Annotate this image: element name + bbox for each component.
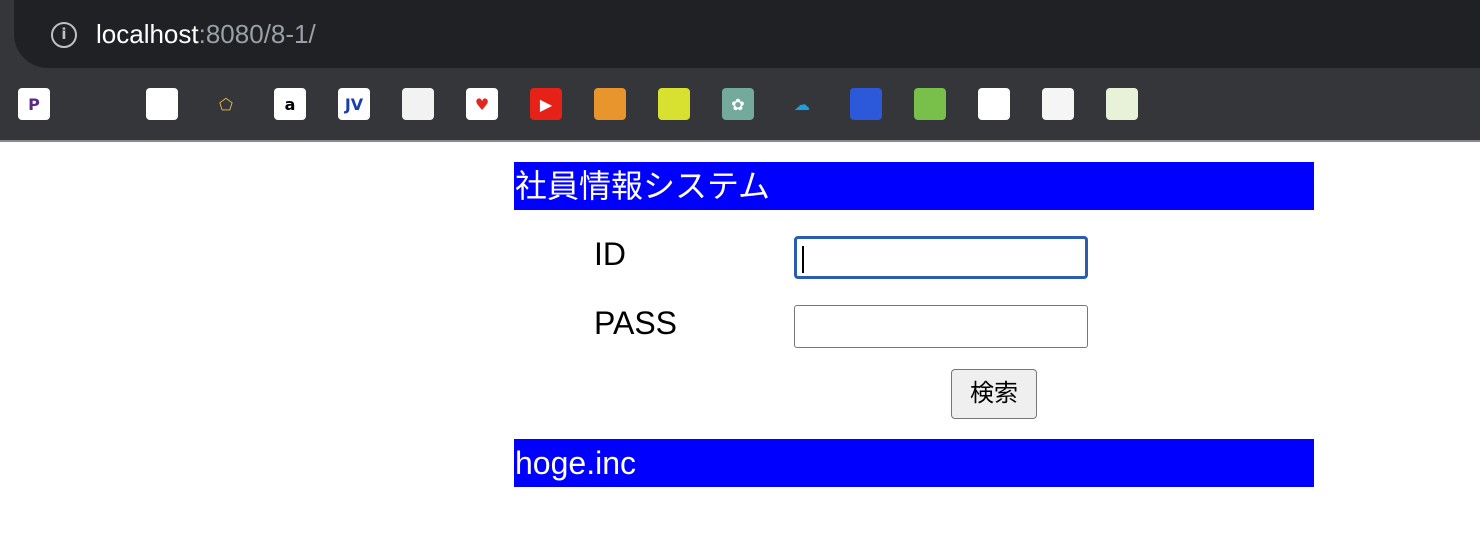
info-icon[interactable]: i — [51, 22, 77, 48]
bookmark-raksul-icon[interactable] — [1042, 88, 1074, 120]
id-label: ID — [594, 236, 626, 272]
text-caret — [802, 246, 804, 273]
package-icon[interactable] — [594, 88, 626, 120]
bookmark-dark-icon[interactable] — [146, 88, 178, 120]
bookmark-white-icon[interactable] — [978, 88, 1010, 120]
bookmark-doc-icon[interactable] — [402, 88, 434, 120]
pentagon-icon[interactable]: ⬠ — [210, 88, 242, 120]
github-icon[interactable] — [82, 88, 114, 120]
id-input[interactable] — [794, 236, 1088, 279]
bookmark-sukkiri-icon[interactable] — [1106, 88, 1138, 120]
footer-banner: hoge.inc — [514, 439, 1314, 487]
youtube-icon[interactable]: ▶ — [530, 88, 562, 120]
browser-chrome: i localhost:8080/8-1/ P ⬠ a JV ♥ ▶ ✿ ☁ — [0, 0, 1480, 142]
bookmarks-bar: P ⬠ a JV ♥ ▶ ✿ ☁ — [0, 68, 1480, 140]
salesforce-icon[interactable]: ☁ — [786, 88, 818, 120]
url-path: :8080/8-1/ — [198, 19, 316, 49]
bookmark-green-circle-icon[interactable] — [914, 88, 946, 120]
address-bar[interactable]: i localhost:8080/8-1/ — [14, 0, 1480, 68]
pass-input[interactable] — [794, 305, 1088, 348]
amazon-icon[interactable]: a — [274, 88, 306, 120]
bookmark-jv-icon[interactable]: JV — [338, 88, 370, 120]
search-button[interactable]: 検索 — [951, 369, 1037, 419]
rainbow-heart-icon[interactable]: ♥ — [466, 88, 498, 120]
bookmark-flag-icon[interactable] — [850, 88, 882, 120]
pass-label: PASS — [594, 305, 677, 341]
bookmark-p-icon[interactable]: P — [18, 88, 50, 120]
url-text[interactable]: localhost:8080/8-1/ — [96, 16, 316, 52]
bookmark-circle-icon[interactable] — [658, 88, 690, 120]
header-banner: 社員情報システム — [514, 162, 1314, 210]
page-content: 社員情報システム ID PASS 検索 hoge.inc — [0, 142, 1480, 552]
url-host: localhost — [96, 19, 199, 49]
chatgpt-icon[interactable]: ✿ — [722, 88, 754, 120]
